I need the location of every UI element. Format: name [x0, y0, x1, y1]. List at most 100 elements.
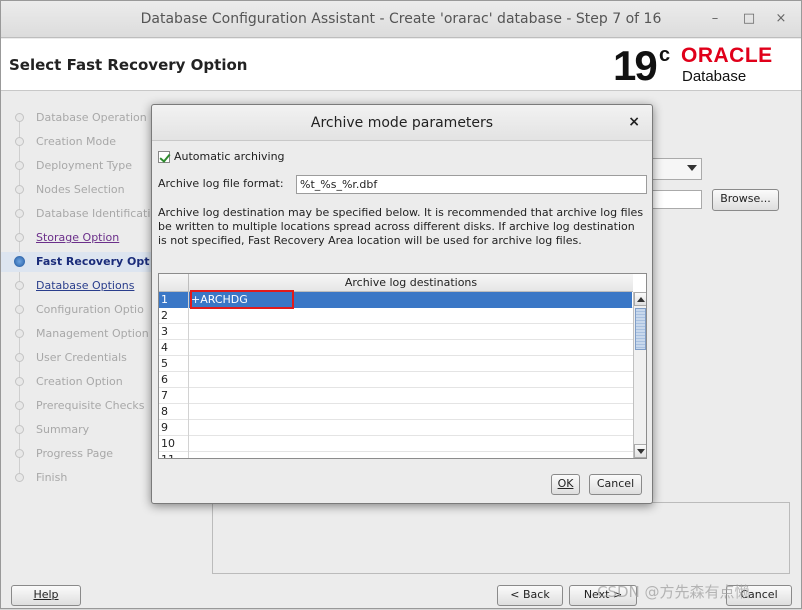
- row-number: 11: [159, 452, 189, 458]
- row-number: 10: [159, 436, 189, 452]
- dialog-title: Archive mode parameters: [310, 115, 494, 131]
- archive-format-input[interactable]: %t_%s_%r.dbf: [296, 175, 647, 194]
- sidebar-step-label[interactable]: Storage Option: [36, 231, 119, 244]
- step-status-icon: [14, 256, 25, 267]
- step-status-icon: [15, 401, 24, 410]
- sidebar-step-label: Progress Page: [36, 447, 114, 460]
- recovery-area-input[interactable]: [650, 190, 702, 209]
- logo-version-suffix: c: [659, 44, 671, 66]
- step-status-icon: [15, 473, 24, 482]
- step-status-icon: [15, 305, 24, 314]
- watermark: CSDN @方先森有点懒: [597, 583, 750, 601]
- recovery-file-type-select[interactable]: [650, 158, 702, 180]
- sidebar-step-label: Database Operation: [36, 111, 147, 124]
- destination-cell[interactable]: [189, 340, 632, 356]
- oracle-logo: ORACLE: [681, 44, 773, 67]
- sidebar-step-label: Summary: [36, 423, 90, 436]
- dialog-cancel-button[interactable]: Cancel: [589, 474, 642, 495]
- window-title: Database Configuration Assistant - Creat…: [140, 11, 662, 27]
- row-number: 7: [159, 388, 189, 404]
- row-number: 9: [159, 420, 189, 436]
- destination-cell[interactable]: [189, 420, 632, 436]
- scroll-down-icon[interactable]: [634, 444, 646, 458]
- ok-label: OK: [557, 477, 574, 490]
- table-scrollbar[interactable]: [633, 292, 646, 458]
- destination-cell[interactable]: [189, 388, 632, 404]
- table-row[interactable]: 5: [159, 356, 633, 372]
- destination-cell[interactable]: [189, 436, 632, 452]
- logo-product: Database: [682, 68, 747, 85]
- sidebar-step-label: Management Option: [36, 327, 149, 340]
- table-row[interactable]: 10: [159, 436, 633, 452]
- destination-cell[interactable]: [189, 324, 632, 340]
- sidebar-step-label[interactable]: Database Options: [36, 279, 134, 292]
- logo-version: 19: [613, 42, 658, 89]
- sidebar-step-label: Deployment Type: [36, 159, 133, 172]
- close-icon[interactable]: ×: [628, 114, 640, 130]
- details-panel: [212, 502, 790, 574]
- step-status-icon: [15, 281, 24, 290]
- help-label: Help: [33, 588, 59, 601]
- destination-cell[interactable]: [189, 308, 632, 324]
- step-status-icon: [15, 233, 24, 242]
- table-row[interactable]: 8: [159, 404, 633, 420]
- sidebar-step-label: Creation Mode: [36, 135, 117, 148]
- annotation-highlight-box: [190, 290, 294, 309]
- page-title: Select Fast Recovery Option: [9, 56, 248, 74]
- main-window: Database Configuration Assistant - Creat…: [0, 0, 802, 609]
- step-status-icon: [15, 161, 24, 170]
- archive-format-label: Archive log file format:: [158, 177, 284, 190]
- row-number-header: [159, 274, 189, 292]
- table-row[interactable]: 11: [159, 452, 633, 458]
- scroll-up-icon[interactable]: [634, 292, 646, 306]
- maximize-button[interactable]: □: [741, 11, 757, 26]
- sidebar-step-label: Fast Recovery Opt: [36, 255, 150, 268]
- step-status-icon: [15, 329, 24, 338]
- row-number: 6: [159, 372, 189, 388]
- chevron-down-icon: [687, 165, 697, 171]
- title-bar: Database Configuration Assistant - Creat…: [1, 1, 801, 38]
- step-status-icon: [15, 377, 24, 386]
- automatic-archiving-label[interactable]: Automatic archiving: [174, 150, 285, 163]
- step-status-icon: [15, 425, 24, 434]
- step-status-icon: [15, 137, 24, 146]
- destination-cell[interactable]: [189, 372, 632, 388]
- step-status-icon: [15, 353, 24, 362]
- sidebar-step-label: User Credentials: [36, 351, 127, 364]
- table-row[interactable]: 1 +ARCHDG: [159, 290, 633, 309]
- step-status-icon: [15, 449, 24, 458]
- step-status-icon: [15, 209, 24, 218]
- dialog-title-bar: Archive mode parameters ×: [152, 105, 652, 141]
- back-button[interactable]: < Back: [497, 585, 563, 606]
- row-number: 5: [159, 356, 189, 372]
- table-row[interactable]: 2: [159, 308, 633, 324]
- destination-cell[interactable]: [189, 404, 632, 420]
- archive-mode-dialog: Archive mode parameters × Automatic arch…: [151, 104, 653, 504]
- table-row[interactable]: 9: [159, 420, 633, 436]
- browse-button[interactable]: Browse...: [712, 189, 779, 211]
- row-number: 2: [159, 308, 189, 324]
- automatic-archiving-checkbox[interactable]: [158, 151, 170, 163]
- sidebar-step-label: Configuration Optio: [36, 303, 144, 316]
- sidebar-step-label: Prerequisite Checks: [36, 399, 145, 412]
- help-button[interactable]: Help: [11, 585, 81, 606]
- table-row[interactable]: 6: [159, 372, 633, 388]
- step-status-icon: [15, 185, 24, 194]
- ok-button[interactable]: OK: [551, 474, 580, 495]
- row-number: 8: [159, 404, 189, 420]
- scroll-thumb[interactable]: [635, 308, 646, 350]
- row-number: 1: [159, 292, 189, 308]
- step-status-icon: [15, 113, 24, 122]
- sidebar-step-label: Database Identificati: [36, 207, 151, 220]
- table-row[interactable]: 4: [159, 340, 633, 356]
- sidebar-step-label: Nodes Selection: [36, 183, 125, 196]
- close-window-button[interactable]: ×: [773, 11, 789, 26]
- table-row[interactable]: 7: [159, 388, 633, 404]
- destination-cell[interactable]: [189, 356, 632, 372]
- table-row[interactable]: 3: [159, 324, 633, 340]
- archive-destinations-table: Archive log destinations 1 +ARCHDG 2 3 4 5 6 7 8…: [158, 273, 647, 459]
- sidebar-step-label: Finish: [36, 471, 68, 484]
- minimize-button[interactable]: –: [707, 11, 723, 26]
- sidebar-step-label: Creation Option: [36, 375, 123, 388]
- archive-destination-description: Archive log destination may be specified…: [158, 206, 644, 247]
